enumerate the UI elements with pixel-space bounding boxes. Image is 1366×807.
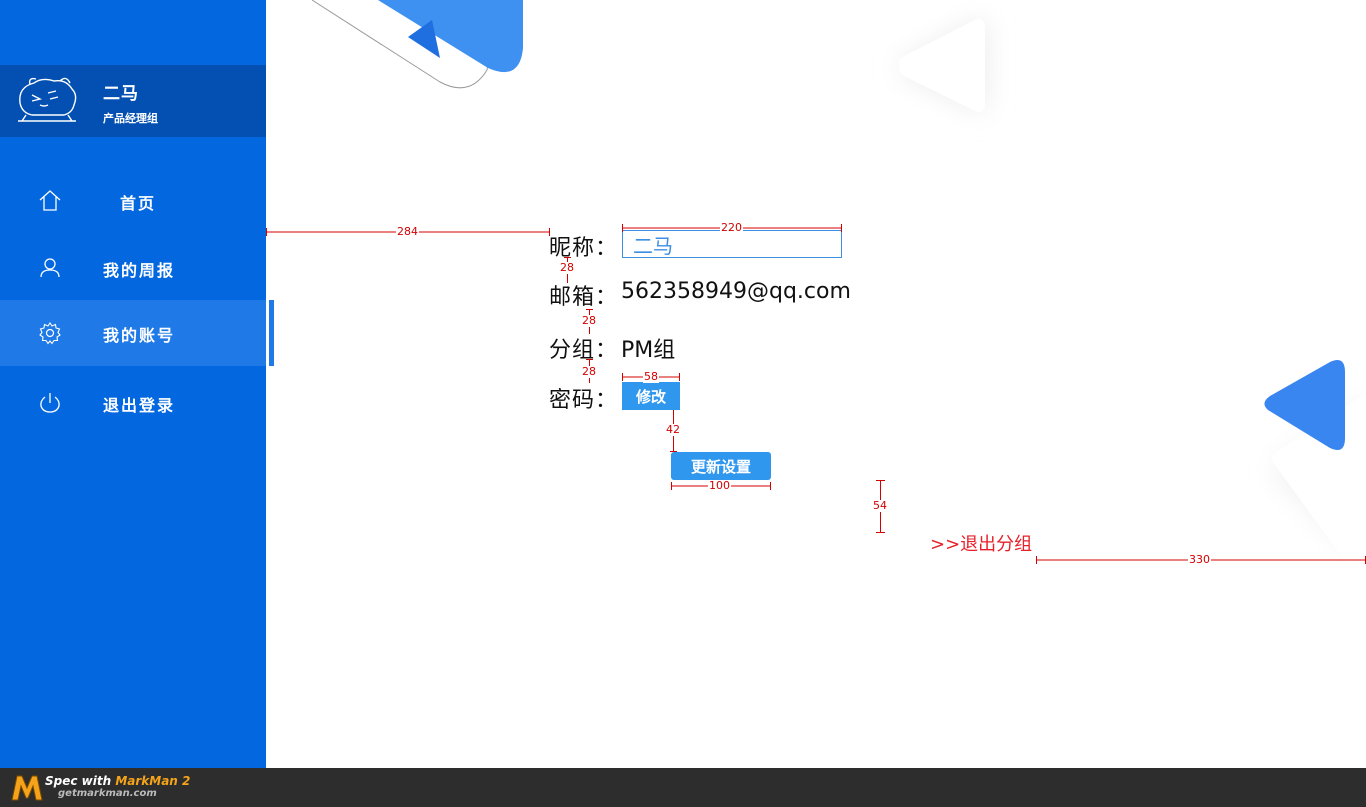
- group-value: PM组: [621, 338, 676, 363]
- sidebar-item-account[interactable]: 我的账号: [0, 300, 266, 366]
- sidebar-item-label: 我的账号: [103, 326, 176, 345]
- footer-prefix: Spec with: [45, 774, 116, 788]
- profile-name: 二马: [103, 84, 139, 104]
- spec-label-row-gap: 28: [559, 261, 575, 274]
- markman-logo-icon: [11, 775, 43, 801]
- active-indicator: [269, 300, 274, 366]
- spec-label-modify-width: 58: [643, 370, 659, 383]
- spec-label-input-width: 220: [720, 221, 743, 234]
- sidebar-item-home[interactable]: 首页: [0, 168, 266, 234]
- gear-icon: [39, 322, 61, 345]
- modify-password-button[interactable]: 修改: [622, 382, 680, 410]
- profile-group: 产品经理组: [103, 112, 158, 125]
- spec-label-button-gap: 42: [665, 423, 681, 436]
- sidebar: 二马 产品经理组 首页 我的周报 我的账号 退出登录: [0, 0, 266, 768]
- spec-label-row-gap: 28: [581, 365, 597, 378]
- power-icon: [40, 393, 60, 413]
- profile-card: 二马 产品经理组: [0, 65, 266, 137]
- spec-label-update-width: 100: [708, 479, 731, 492]
- cartoon-avatar-icon: [18, 77, 77, 122]
- spec-label-right-offset: 330: [1188, 553, 1211, 566]
- spec-label-row-gap: 28: [581, 314, 597, 327]
- sidebar-item-logout[interactable]: 退出登录: [0, 370, 266, 436]
- quit-group-link[interactable]: >>退出分组: [930, 530, 1032, 556]
- footer-title: Spec with MarkMan 2: [45, 774, 190, 788]
- update-settings-button[interactable]: 更新设置: [671, 452, 771, 480]
- footer-brand: MarkMan 2: [115, 774, 191, 788]
- sidebar-item-label: 我的周报: [103, 261, 176, 280]
- sidebar-item-label: 首页: [120, 194, 157, 213]
- password-label: 密码：: [549, 388, 619, 413]
- sidebar-item-weekly-report[interactable]: 我的周报: [0, 235, 266, 301]
- email-value: 562358949@qq.com: [621, 279, 851, 304]
- group-label: 分组：: [549, 338, 619, 363]
- footer-url[interactable]: getmarkman.com: [58, 788, 157, 799]
- spec-label-left-offset: 284: [396, 225, 419, 238]
- markman-footer: Spec with MarkMan 2 getmarkman.com: [0, 768, 1366, 807]
- home-icon: [39, 190, 61, 211]
- nickname-label: 昵称：: [549, 236, 619, 261]
- email-label: 邮箱：: [549, 285, 619, 310]
- nickname-input[interactable]: [622, 230, 842, 258]
- user-icon: [40, 258, 60, 278]
- spec-label-link-gap: 54: [872, 499, 888, 512]
- sidebar-item-label: 退出登录: [103, 396, 176, 415]
